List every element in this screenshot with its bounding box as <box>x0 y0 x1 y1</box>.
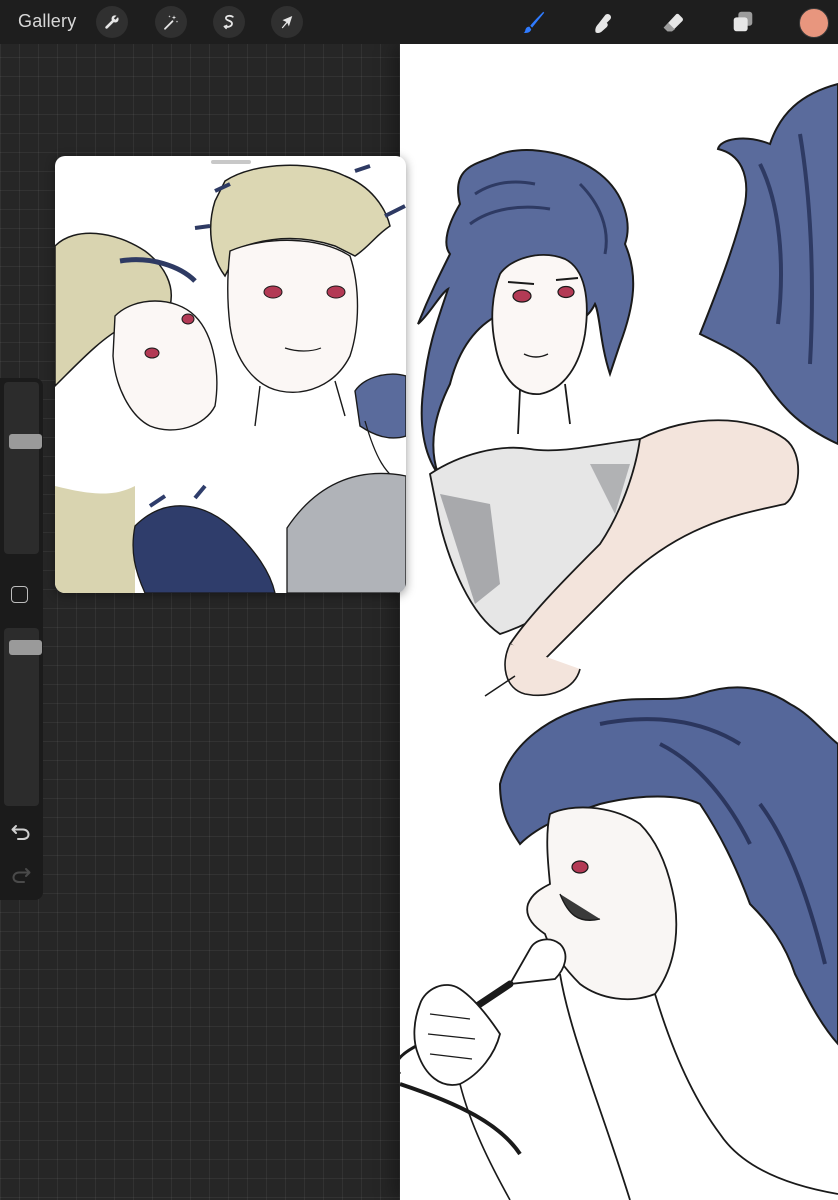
drawing-canvas[interactable] <box>400 44 838 1200</box>
brush-size-slider-thumb[interactable] <box>9 433 42 449</box>
color-picker-button[interactable] <box>799 8 829 38</box>
cursor-arrow-icon <box>281 16 293 29</box>
redo-icon <box>12 868 31 883</box>
gallery-button[interactable]: Gallery <box>18 11 76 32</box>
microphone <box>508 938 567 986</box>
reference-window[interactable] <box>55 156 406 593</box>
figure-face <box>491 254 588 395</box>
eraser-icon <box>663 13 683 32</box>
opacity-slider[interactable] <box>4 628 42 806</box>
redo-button[interactable] <box>10 864 32 886</box>
brush-tool-button[interactable] <box>517 6 551 38</box>
transform-button[interactable] <box>271 6 303 38</box>
actions-button[interactable] <box>96 6 128 38</box>
reference-window-handle[interactable] <box>211 160 251 164</box>
adjustments-button[interactable] <box>155 6 187 38</box>
sidebar <box>0 378 43 900</box>
magic-wand-icon <box>164 15 179 30</box>
reference-image <box>55 164 406 593</box>
opacity-slider-thumb[interactable] <box>9 639 42 655</box>
brush-size-slider[interactable] <box>4 382 42 554</box>
selection-s-icon <box>223 14 234 30</box>
square-modify-icon[interactable] <box>11 586 28 603</box>
layers-button[interactable] <box>726 6 760 38</box>
second-figure-hair <box>698 82 838 446</box>
undo-button[interactable] <box>10 821 32 843</box>
canvas-artwork <box>400 82 838 1200</box>
smudge-finger-icon <box>595 14 612 34</box>
layers-icon <box>733 11 753 32</box>
top-toolbar: Gallery <box>0 0 838 44</box>
selection-button[interactable] <box>213 6 245 38</box>
brush-icon <box>523 11 545 34</box>
eraser-tool-button[interactable] <box>656 6 690 38</box>
wrench-icon <box>105 15 119 29</box>
smudge-tool-button[interactable] <box>586 6 620 38</box>
undo-icon <box>11 825 30 840</box>
